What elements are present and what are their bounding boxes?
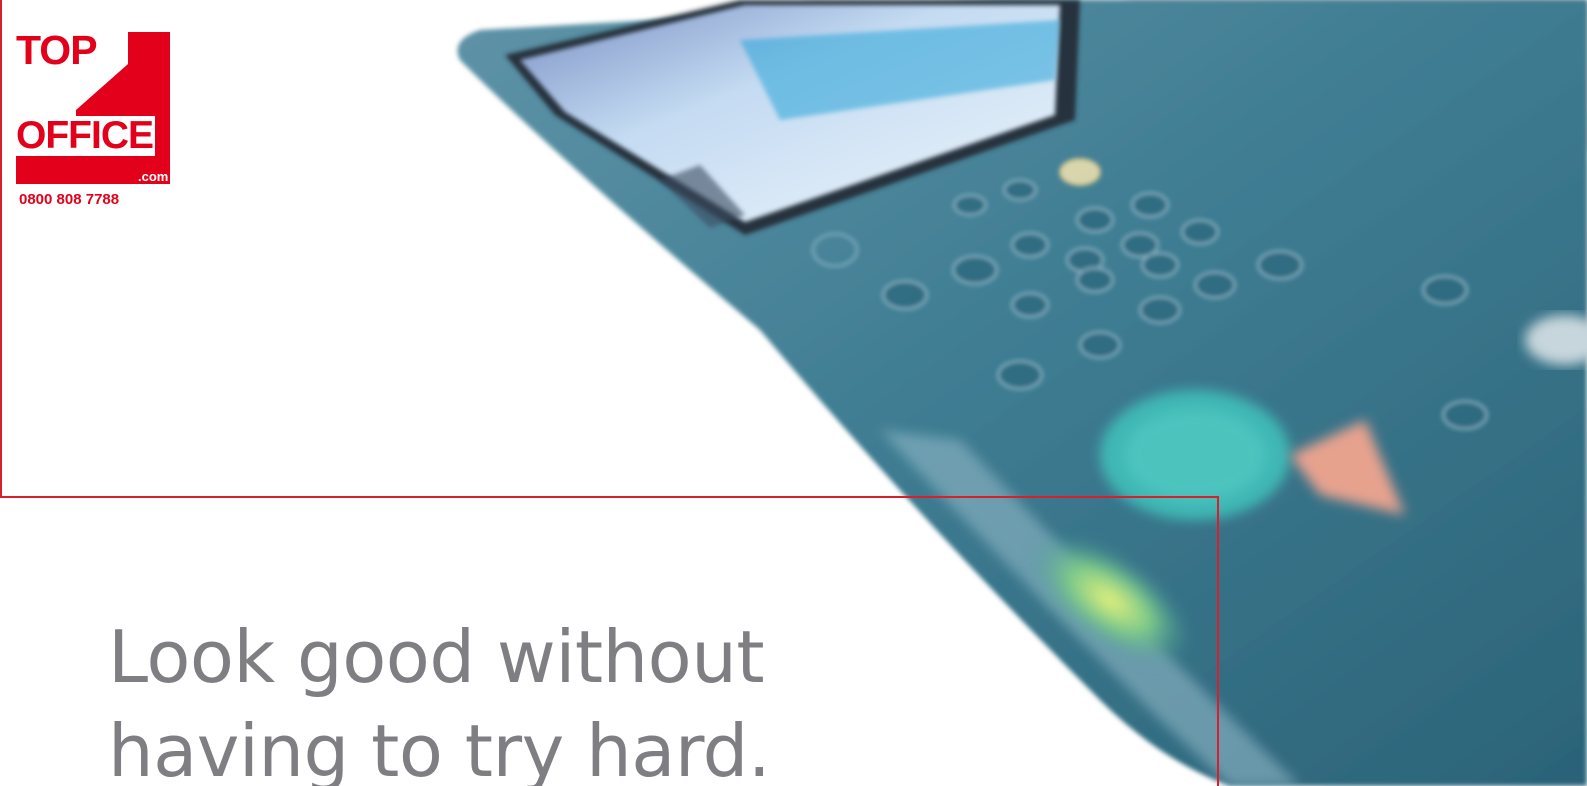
frame-line-left bbox=[0, 0, 2, 498]
phone-number: 0800 808 7788 bbox=[19, 191, 120, 208]
logo-top-text: TOP bbox=[16, 27, 98, 73]
frame-line-right bbox=[1217, 496, 1219, 786]
headline: Look good without having to try hard. bbox=[108, 610, 1188, 786]
page: TOP OFFICE .com 0800 808 7788 Look good … bbox=[0, 0, 1587, 786]
logo-office-text: OFFICE bbox=[16, 114, 155, 157]
top4office-logo[interactable]: TOP OFFICE .com 0800 808 7788 bbox=[16, 30, 176, 215]
headline-line-2: having to try hard. bbox=[108, 709, 771, 786]
logo-com-text: .com bbox=[138, 169, 169, 184]
frame-line-horizontal bbox=[0, 496, 1219, 498]
headline-line-1: Look good without bbox=[108, 615, 765, 699]
